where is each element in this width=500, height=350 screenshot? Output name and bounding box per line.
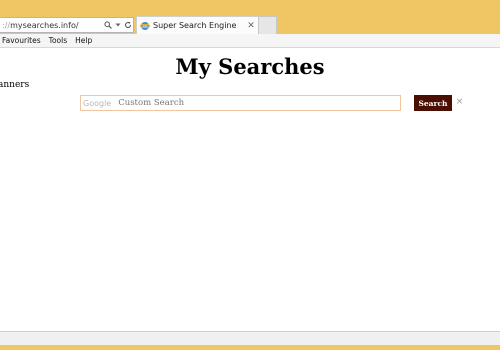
side-label: anners	[0, 80, 30, 90]
tab-super-search-engine[interactable]: Super Search Engine ✕	[136, 16, 259, 34]
search-box[interactable]: Google	[80, 95, 401, 111]
address-prefix: ://	[2, 20, 11, 30]
refresh-icon[interactable]	[123, 19, 133, 31]
ie-favicon	[139, 21, 151, 31]
clear-icon[interactable]: ×	[455, 96, 464, 108]
menu-bar: Favourites Tools Help	[0, 34, 500, 48]
menu-item-favourites[interactable]: Favourites	[2, 36, 41, 45]
address-url[interactable]: ://mysearches.info/	[0, 21, 103, 30]
bottom-frame	[0, 345, 500, 350]
status-bar	[0, 331, 500, 345]
tab-title: Super Search Engine	[153, 21, 237, 30]
search-button[interactable]: Search	[414, 95, 452, 111]
menu-item-help[interactable]: Help	[75, 36, 92, 45]
new-tab-button[interactable]	[258, 16, 277, 34]
tab-close-icon[interactable]: ✕	[246, 21, 256, 31]
page-title: My Searches	[175, 54, 325, 79]
dropdown-arrow-icon[interactable]	[113, 19, 123, 31]
address-domain: mysearches.info/	[10, 20, 79, 30]
google-logo: Google	[83, 98, 112, 108]
address-bar[interactable]: ://mysearches.info/	[0, 17, 134, 33]
search-input[interactable]	[118, 97, 400, 109]
menu-item-tools[interactable]: Tools	[49, 36, 67, 45]
search-icon[interactable]	[103, 19, 113, 31]
page-content: My Searches anners Google Search ×	[0, 48, 500, 331]
